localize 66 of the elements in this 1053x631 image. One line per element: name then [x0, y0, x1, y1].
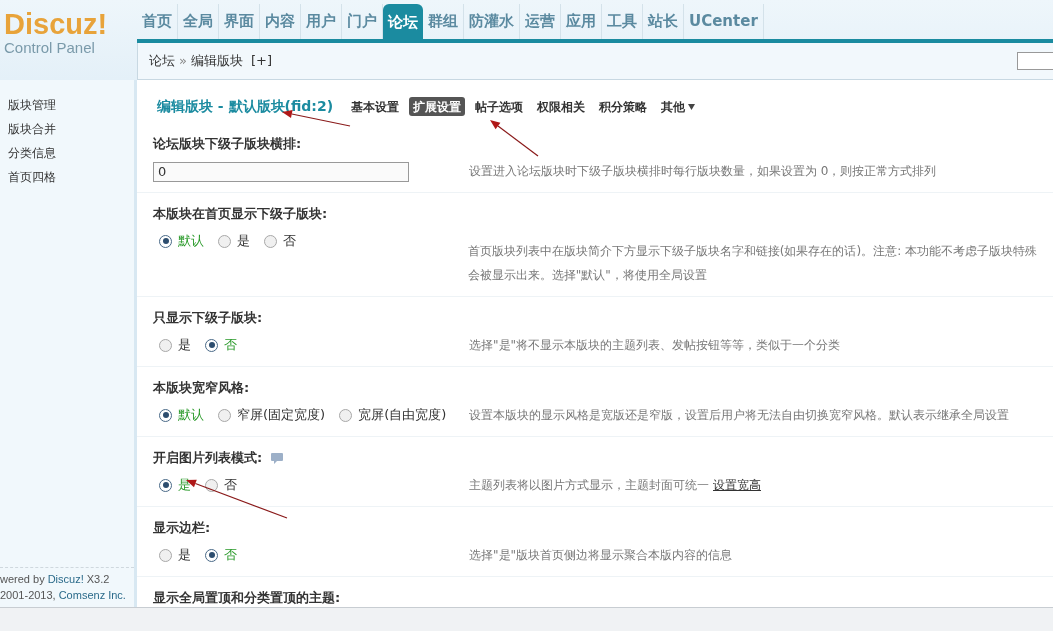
- radio-label[interactable]: 是: [237, 231, 250, 251]
- settings-tab[interactable]: 其他: [657, 97, 700, 116]
- setting-description: 会被显示出来。选择"默认"，将使用全局设置: [467, 267, 707, 284]
- settings-tab[interactable]: 扩展设置: [409, 97, 466, 116]
- add-shortcut-link[interactable]: [+]: [250, 51, 272, 71]
- setting-description: 选择"是"将不显示本版块的主题列表、发帖按钮等等，类似于一个分类: [469, 337, 841, 354]
- settings-tab[interactable]: 积分策略: [595, 97, 652, 116]
- sidebar-item[interactable]: 版块管理: [8, 96, 134, 115]
- radio-label[interactable]: 否: [224, 335, 237, 355]
- radio-label[interactable]: 是: [178, 335, 191, 355]
- set-size-link[interactable]: 设置宽高: [713, 473, 761, 497]
- footer-text: 2001-2013,: [0, 588, 56, 603]
- setting-label: 显示全局置顶和分类置顶的主题:: [153, 589, 341, 607]
- settings-tab[interactable]: 基本设置: [347, 97, 404, 116]
- breadcrumb-current: 编辑版块: [190, 52, 243, 71]
- radio-button[interactable]: [159, 478, 172, 492]
- radio-button[interactable]: [264, 234, 277, 248]
- radio-label[interactable]: 宽屏(自由宽度): [358, 405, 447, 425]
- setting-label: 开启图片列表模式:: [153, 449, 263, 468]
- page-title: 编辑版块 - 默认版块(fid:2): [157, 97, 334, 116]
- footer-text: wered by: [0, 572, 45, 587]
- settings-tab[interactable]: 帖子选项: [471, 97, 528, 116]
- settings-tab[interactable]: 权限相关: [533, 97, 590, 116]
- breadcrumb-link[interactable]: 论坛: [149, 51, 175, 71]
- radio-button[interactable]: [159, 338, 172, 352]
- radio-button[interactable]: [159, 408, 172, 422]
- setting-label: 论坛版块下级子版块横排:: [153, 135, 302, 154]
- sidebar-item[interactable]: 首页四格: [8, 168, 134, 187]
- logo-title: Discuz!: [4, 8, 109, 40]
- radio-button[interactable]: [205, 478, 218, 492]
- radio-label[interactable]: 默认: [178, 405, 204, 425]
- footer-link[interactable]: Comsenz Inc.: [58, 587, 126, 603]
- footer-text: X3.2: [86, 572, 110, 587]
- radio-label[interactable]: 是: [178, 545, 191, 565]
- setting-description: 选择"是"版块首页侧边将显示聚合本版内容的信息: [469, 547, 733, 564]
- radio-label[interactable]: 否: [283, 231, 296, 251]
- radio-label[interactable]: 默认: [178, 231, 204, 251]
- setting-description: 主题列表将以图片方式显示，主题封面可统一: [469, 477, 709, 494]
- radio-button[interactable]: [159, 234, 172, 248]
- radio-button[interactable]: [339, 408, 353, 422]
- setting-label: 本版块宽窄风格:: [153, 379, 250, 398]
- breadcrumb-separator: »: [179, 52, 187, 71]
- setting-description: 设置进入论坛版块时下级子版块横排时每行版块数量，如果设置为 0，则按正常方式排列: [469, 163, 937, 180]
- radio-button[interactable]: [205, 548, 218, 562]
- radio-button[interactable]: [218, 234, 231, 248]
- radio-button[interactable]: [218, 408, 231, 422]
- setting-description: 首页版块列表中在版块简介下方显示下级子版块名字和链接(如果存在的话)。注意: 本功能不考虑子版块特殊: [467, 243, 1037, 260]
- setting-label: 只显示下级子版块:: [153, 309, 263, 328]
- setting-label: 本版块在首页显示下级子版块:: [153, 205, 328, 224]
- nav-tab[interactable]: 论坛: [383, 4, 423, 39]
- search-field[interactable]: [1017, 52, 1053, 70]
- annotation-arrow: [490, 120, 539, 157]
- radio-label[interactable]: 窄屏(固定宽度): [237, 405, 326, 425]
- setting-label: 显示边栏:: [153, 519, 211, 538]
- help-bubble-icon[interactable]: [270, 451, 285, 465]
- radio-button[interactable]: [205, 338, 218, 352]
- sidebar-item[interactable]: 分类信息: [8, 144, 134, 163]
- radio-label[interactable]: 是: [178, 475, 191, 495]
- radio-button[interactable]: [159, 548, 172, 562]
- radio-label[interactable]: 否: [224, 475, 237, 495]
- sidebar-item[interactable]: 版块合并: [8, 120, 134, 139]
- text-input-field[interactable]: 0: [153, 161, 409, 182]
- setting-description: 设置本版块的显示风格是宽版还是窄版，设置后用户将无法自由切换宽窄风格。默认表示继承全局设置: [469, 407, 1009, 424]
- radio-label[interactable]: 否: [224, 545, 237, 565]
- footer-link[interactable]: Discuz!: [47, 571, 84, 587]
- logo-subtitle: Control Panel: [4, 40, 96, 56]
